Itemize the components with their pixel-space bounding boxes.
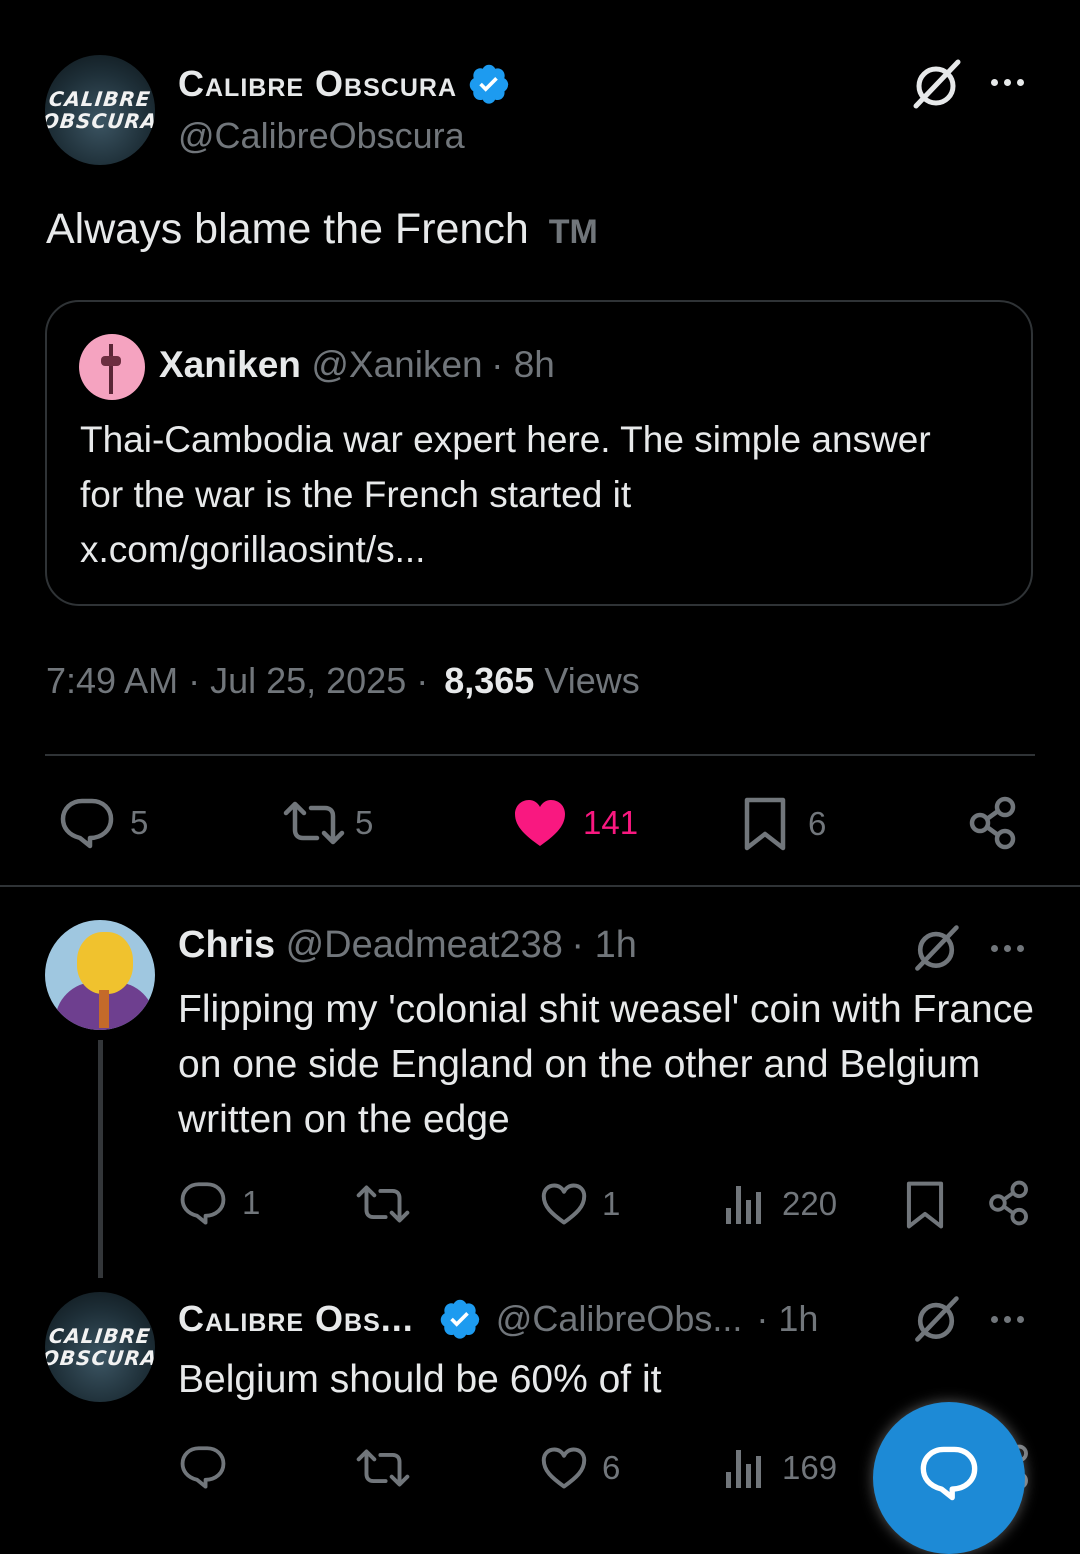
- heart-icon: [541, 1447, 587, 1489]
- tm-glyph: TM: [548, 213, 598, 251]
- bookmark-icon[interactable]: [904, 1180, 946, 1230]
- reply-text: Belgium should be 60% of it: [178, 1358, 662, 1401]
- reply-count: 1: [242, 1184, 261, 1221]
- more-icon[interactable]: [991, 1316, 1024, 1323]
- more-icon[interactable]: [991, 79, 1024, 86]
- quoted-time: · 8h: [491, 344, 555, 385]
- views-count: 220: [782, 1185, 838, 1222]
- divider: [45, 754, 1035, 756]
- repost-button[interactable]: 5: [283, 800, 373, 846]
- reply-display-name[interactable]: Calibre Obs...: [178, 1298, 414, 1340]
- reply-handle[interactable]: @CalibreObs...: [496, 1298, 743, 1340]
- views-icon: [726, 1450, 761, 1488]
- views-icon: [726, 1186, 761, 1224]
- thread-line: [98, 1040, 103, 1278]
- like-button[interactable]: 141: [513, 798, 638, 848]
- reply-icon: [60, 798, 114, 849]
- views-button[interactable]: 169: [724, 1446, 837, 1490]
- quoted-handle: @Xaniken: [311, 344, 483, 385]
- share-icon[interactable]: [986, 1180, 1032, 1226]
- reply-button[interactable]: 1: [178, 1180, 260, 1226]
- quoted-tweet-card[interactable]: Xaniken @Xaniken · 8h Thai-Cambodia war …: [45, 300, 1033, 606]
- reply-time: · 1h: [756, 1298, 819, 1339]
- grok-icon[interactable]: [910, 1293, 962, 1345]
- verified-badge-icon: [440, 1299, 480, 1339]
- avatar-text-line1: CALIBRE: [47, 1324, 153, 1348]
- verified-badge-icon: [469, 64, 509, 104]
- more-icon[interactable]: [991, 945, 1024, 952]
- section-divider: [0, 885, 1080, 887]
- avatar-text-line2: OBSCURA: [45, 109, 155, 133]
- compose-reply-icon: [920, 1446, 978, 1501]
- grok-icon[interactable]: [908, 56, 964, 112]
- quoted-text: Thai-Cambodia war expert here. The simpl…: [80, 419, 931, 570]
- quoted-name: Xaniken: [159, 344, 301, 385]
- avatar-text-line1: CALIBRE: [47, 87, 153, 111]
- views-count: 8,365: [444, 660, 535, 701]
- reply-icon[interactable]: [178, 1444, 228, 1490]
- reply-time: · 1h: [571, 924, 637, 966]
- reply-avatar-calibre[interactable]: CALIBRE OBSCURA: [45, 1292, 155, 1402]
- reply-avatar-chris[interactable]: [45, 920, 155, 1030]
- avatar[interactable]: CALIBRE OBSCURA: [45, 55, 155, 165]
- compose-reply-button[interactable]: [873, 1402, 1025, 1554]
- reply-count: 5: [130, 804, 149, 841]
- bookmark-count: 6: [808, 805, 827, 842]
- reply-text: Flipping my 'colonial shit weasel' coin …: [178, 988, 1034, 1141]
- reply-icon: [180, 1182, 226, 1225]
- repost-icon[interactable]: [356, 1184, 410, 1224]
- reply-handle[interactable]: @Deadmeat238: [286, 924, 563, 966]
- repost-icon: [283, 801, 345, 845]
- like-count: 6: [602, 1449, 621, 1486]
- quoted-avatar[interactable]: [79, 334, 145, 400]
- grok-icon[interactable]: [910, 922, 962, 974]
- reply-button[interactable]: 5: [58, 796, 148, 850]
- heart-icon: [541, 1183, 587, 1225]
- timestamp: 7:49 AM · Jul 25, 2025 ·: [46, 660, 429, 701]
- views-label: Views: [544, 660, 640, 701]
- repost-count: 5: [355, 804, 374, 841]
- tweet-text: Always blame the French: [46, 205, 529, 253]
- avatar-text-line2: OBSCURA: [45, 1346, 155, 1370]
- views-count: 169: [782, 1449, 838, 1486]
- handle[interactable]: @CalibreObscura: [178, 115, 465, 157]
- views-button[interactable]: 220: [724, 1182, 837, 1226]
- display-name[interactable]: Calibre Obscura: [178, 63, 457, 105]
- like-count: 1: [602, 1185, 621, 1222]
- repost-icon[interactable]: [356, 1448, 410, 1488]
- reply-display-name[interactable]: Chris: [178, 924, 275, 966]
- bookmark-icon: [744, 797, 786, 851]
- share-icon[interactable]: [966, 796, 1020, 850]
- heart-icon: [515, 800, 565, 846]
- bookmark-button[interactable]: 6: [742, 796, 826, 852]
- like-count: 141: [583, 804, 639, 841]
- like-button[interactable]: 1: [540, 1182, 620, 1226]
- like-button[interactable]: 6: [540, 1446, 620, 1490]
